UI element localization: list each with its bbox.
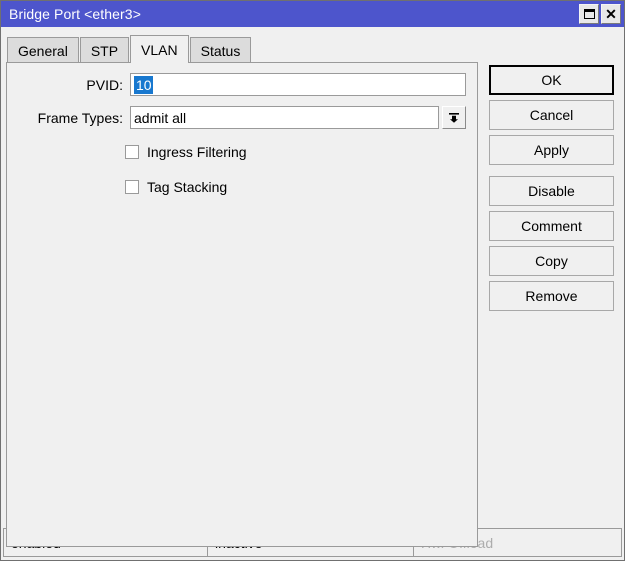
tab-vlan[interactable]: VLAN bbox=[130, 35, 189, 63]
window-controls: ✕ bbox=[579, 4, 621, 24]
disable-button[interactable]: Disable bbox=[489, 176, 614, 206]
pvid-label: PVID: bbox=[86, 76, 123, 93]
frame-types-row: Frame Types: admit all bbox=[7, 106, 477, 129]
cancel-button[interactable]: Cancel bbox=[489, 100, 614, 130]
ingress-filtering-checkbox-row[interactable]: Ingress Filtering bbox=[125, 144, 247, 160]
ok-button[interactable]: OK bbox=[489, 65, 614, 95]
chevron-down-icon bbox=[449, 112, 459, 123]
dialog-body: General STP VLAN Status PVID: 10 Frame T… bbox=[1, 27, 624, 547]
close-icon: ✕ bbox=[605, 6, 617, 22]
pvid-row: PVID: 10 bbox=[7, 73, 477, 96]
frame-types-combo: admit all bbox=[130, 106, 466, 129]
ingress-filtering-checkbox[interactable] bbox=[125, 145, 139, 159]
ingress-filtering-label: Ingress Filtering bbox=[147, 144, 247, 160]
tab-bar: General STP VLAN Status bbox=[7, 35, 252, 63]
tag-stacking-checkbox-row[interactable]: Tag Stacking bbox=[125, 179, 227, 195]
remove-button[interactable]: Remove bbox=[489, 281, 614, 311]
tab-stp[interactable]: STP bbox=[79, 37, 130, 63]
action-button-column: OK Cancel Apply Disable Comment Copy Rem… bbox=[489, 65, 614, 316]
restore-button[interactable] bbox=[579, 4, 599, 24]
comment-button[interactable]: Comment bbox=[489, 211, 614, 241]
pvid-value: 10 bbox=[134, 75, 153, 94]
vlan-tab-panel: PVID: 10 Frame Types: admit all Ingress … bbox=[6, 62, 478, 547]
restore-icon bbox=[583, 9, 595, 19]
close-button[interactable]: ✕ bbox=[601, 4, 621, 24]
frame-types-dropdown-button[interactable] bbox=[442, 106, 466, 129]
tab-status[interactable]: Status bbox=[189, 37, 252, 63]
tag-stacking-label: Tag Stacking bbox=[147, 179, 228, 195]
title-bar[interactable]: Bridge Port <ether3> ✕ bbox=[1, 1, 624, 27]
frame-types-input[interactable]: admit all bbox=[130, 106, 439, 129]
window-title: Bridge Port <ether3> bbox=[9, 6, 141, 22]
tab-general[interactable]: General bbox=[7, 37, 79, 63]
frame-types-label: Frame Types: bbox=[37, 109, 123, 126]
tag-stacking-checkbox[interactable] bbox=[125, 180, 139, 194]
pvid-input[interactable]: 10 bbox=[130, 73, 466, 96]
copy-button[interactable]: Copy bbox=[489, 246, 614, 276]
apply-button[interactable]: Apply bbox=[489, 135, 614, 165]
bridge-port-dialog: Bridge Port <ether3> ✕ General STP VLAN … bbox=[0, 0, 625, 561]
